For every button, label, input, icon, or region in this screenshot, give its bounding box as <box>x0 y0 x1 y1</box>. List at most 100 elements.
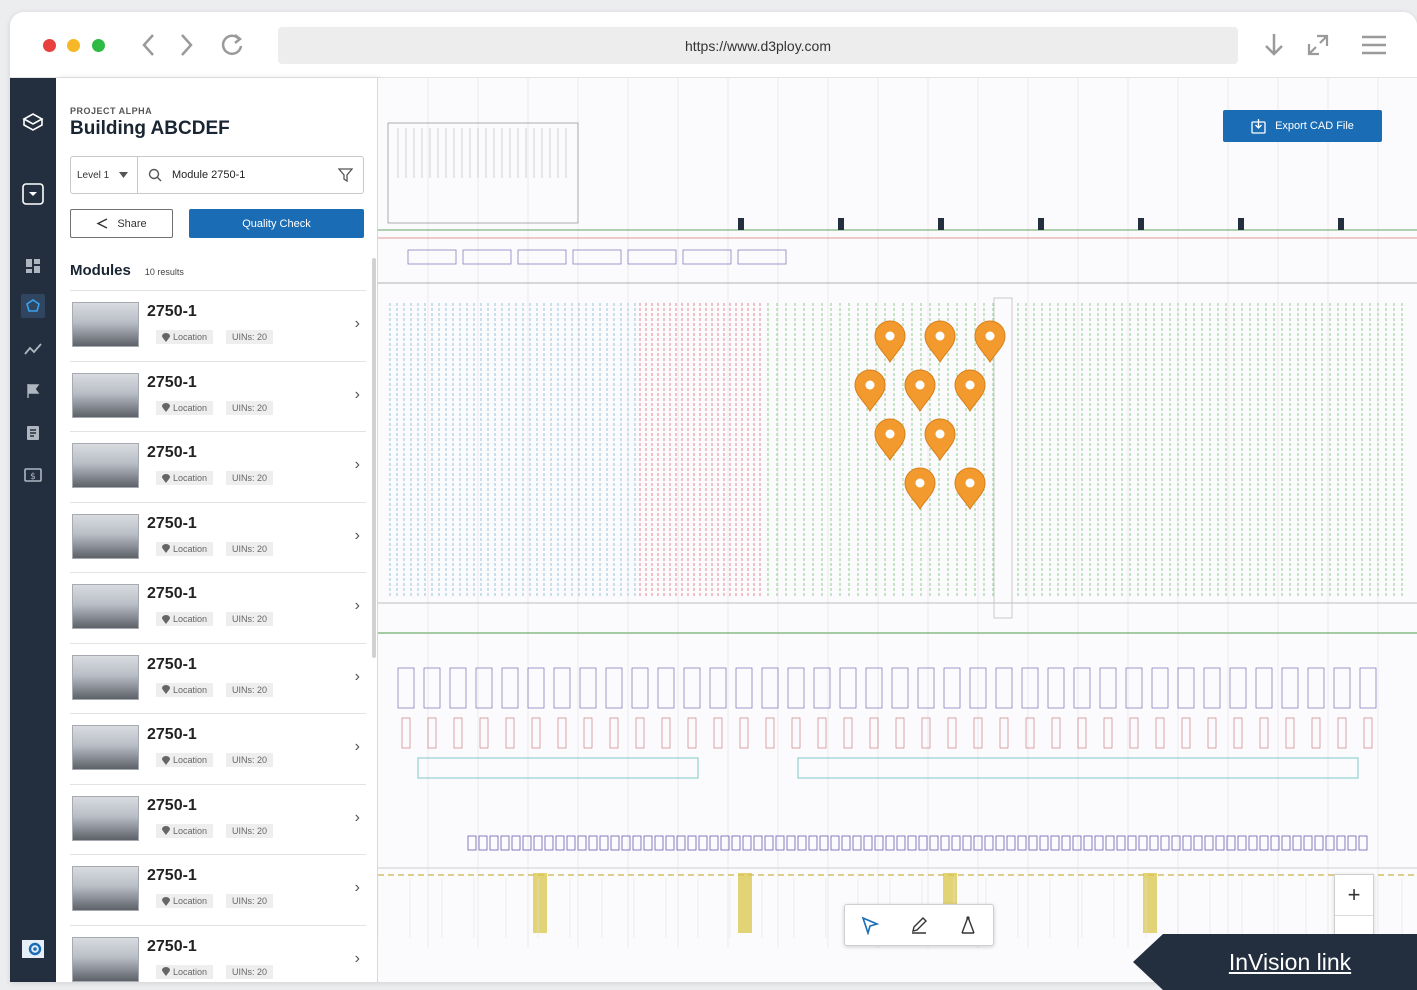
modules-nav-icon[interactable] <box>21 294 45 318</box>
module-list-item[interactable]: 2750-1 Location UINs: 20 › <box>70 501 366 573</box>
fullscreen-icon[interactable] <box>1303 30 1333 60</box>
location-pin-icon <box>162 614 170 624</box>
minimize-window-dot[interactable] <box>67 39 80 52</box>
location-chip: Location <box>156 400 214 415</box>
back-icon[interactable] <box>134 30 164 60</box>
location-label: Location <box>173 684 208 695</box>
location-marker-icon[interactable] <box>974 320 1006 363</box>
flag-icon[interactable] <box>21 379 45 403</box>
module-list-item[interactable]: 2750-1 Location UINs: 20 › <box>70 360 366 432</box>
module-name: 2750-1 <box>147 303 197 320</box>
uins-chip: UINs: 20 <box>226 330 274 344</box>
zoom-in-button[interactable]: + <box>1335 875 1373 915</box>
level-select[interactable]: Level 1 <box>71 157 138 193</box>
module-list-item[interactable]: 2750-1 Location UINs: 20 › <box>70 642 366 714</box>
module-search-input[interactable]: Module 2750-1 <box>138 157 338 193</box>
module-name: 2750-1 <box>147 585 197 602</box>
maximize-window-dot[interactable] <box>92 39 105 52</box>
location-marker-icon[interactable] <box>954 369 986 412</box>
location-pin-icon <box>162 332 170 342</box>
module-list-item[interactable]: 2750-1 Location UINs: 20 › <box>70 290 366 361</box>
cube-logo-icon[interactable] <box>21 110 45 134</box>
module-thumbnail <box>72 866 139 911</box>
dropdown-toggle-icon[interactable] <box>21 182 45 206</box>
module-list-item[interactable]: 2750-1 Location UINs: 20 › <box>70 572 366 643</box>
module-name: 2750-1 <box>147 726 197 743</box>
module-list-item[interactable]: 2750-1 Location UINs: 20 › <box>70 431 366 502</box>
location-chip: Location <box>156 823 214 838</box>
select-pointer-icon[interactable] <box>860 915 880 935</box>
module-name: 2750-1 <box>147 867 197 884</box>
drawing-toolbar <box>844 904 994 946</box>
uins-label: UINs: 20 <box>232 896 268 906</box>
uins-chip: UINs: 20 <box>226 894 274 908</box>
location-pin-icon <box>162 826 170 835</box>
location-label: Location <box>173 614 208 624</box>
filter-icon[interactable] <box>338 168 353 183</box>
module-thumbnail <box>72 584 139 629</box>
location-marker-icon[interactable] <box>924 320 956 363</box>
location-pin-icon <box>162 403 170 412</box>
address-bar[interactable]: https://www.d3ploy.com <box>278 27 1238 64</box>
menu-icon[interactable] <box>1359 30 1389 60</box>
module-search-value: Module 2750-1 <box>172 169 246 181</box>
module-list-item[interactable]: 2750-1 Location UINs: 20 › <box>70 713 366 784</box>
analytics-icon[interactable] <box>21 337 45 361</box>
location-marker-icon[interactable] <box>874 418 906 461</box>
quality-check-button[interactable]: Quality Check <box>189 209 364 238</box>
floor-plan-canvas[interactable]: Export CAD File + − <box>378 78 1417 982</box>
icon-rail: $ <box>10 78 56 982</box>
location-marker-icon[interactable] <box>854 369 886 412</box>
module-name: 2750-1 <box>147 514 197 532</box>
location-label: Location <box>173 473 208 483</box>
share-button[interactable]: Share <box>70 209 173 238</box>
location-label: Location <box>173 966 208 977</box>
app-logo-icon[interactable] <box>21 937 45 961</box>
module-name: 2750-1 <box>147 655 197 673</box>
share-button-label: Share <box>117 217 147 230</box>
search-icon <box>148 168 162 182</box>
module-list: 2750-1 Location UINs: 20 › 2750-1 Location UIN… <box>70 290 366 982</box>
location-pin-icon <box>162 473 170 483</box>
uins-label: UINs: 20 <box>232 402 268 413</box>
close-window-dot[interactable] <box>43 39 56 52</box>
uins-label: UINs: 20 <box>232 755 268 765</box>
svg-text:$: $ <box>30 472 36 482</box>
module-list-item[interactable]: 2750-1 Location UINs: 20 › <box>70 783 366 855</box>
reload-icon[interactable] <box>217 30 247 60</box>
download-icon[interactable] <box>1259 30 1289 60</box>
uins-label: UINs: 20 <box>232 543 268 554</box>
location-pin-icon <box>162 685 170 694</box>
module-list-item[interactable]: 2750-1 Location UINs: 20 › <box>70 854 366 925</box>
module-name: 2750-1 <box>147 444 197 461</box>
module-list-item[interactable]: 2750-1 Location UINs: 20 › <box>70 924 366 983</box>
chevron-right-icon: › <box>354 667 360 685</box>
location-marker-icon[interactable] <box>954 467 986 510</box>
side-panel: PROJECT ALPHA Building ABCDEF Level 1 Mo… <box>56 78 378 982</box>
uins-label: UINs: 20 <box>232 684 268 695</box>
location-marker-icon[interactable] <box>904 467 936 510</box>
uins-chip: UINs: 20 <box>226 471 274 485</box>
uins-label: UINs: 20 <box>232 473 268 483</box>
dashboard-icon[interactable] <box>21 254 45 278</box>
location-marker-icon[interactable] <box>904 369 936 412</box>
chevron-right-icon: › <box>354 879 360 896</box>
pencil-icon[interactable] <box>909 915 929 935</box>
location-marker-icon[interactable] <box>874 320 906 363</box>
forward-icon[interactable] <box>171 30 201 60</box>
uins-label: UINs: 20 <box>232 825 268 836</box>
modules-count: 10 results <box>144 267 184 277</box>
panel-scrollbar[interactable] <box>372 258 376 658</box>
module-thumbnail <box>72 795 139 841</box>
document-icon[interactable] <box>21 421 45 445</box>
invision-link[interactable]: InVision link <box>1133 934 1417 990</box>
module-thumbnail <box>72 936 139 982</box>
cost-icon[interactable]: $ <box>21 463 45 487</box>
location-marker-icon[interactable] <box>924 418 956 461</box>
share-icon <box>96 218 108 229</box>
measure-icon[interactable] <box>958 915 978 935</box>
uins-chip: UINs: 20 <box>226 682 274 697</box>
export-cad-button[interactable]: Export CAD File <box>1223 110 1382 142</box>
uins-chip: UINs: 20 <box>226 823 274 838</box>
modules-header: Modules 10 results <box>70 262 184 279</box>
